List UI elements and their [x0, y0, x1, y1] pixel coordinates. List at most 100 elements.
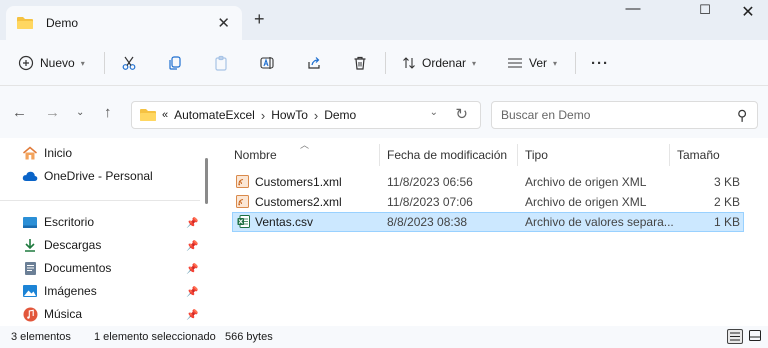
- file-size: 2 KB: [713, 195, 740, 209]
- sidebar-divider: [0, 200, 200, 201]
- column-header-type[interactable]: Tipo: [525, 148, 548, 162]
- file-type: Archivo de origen XML: [525, 195, 647, 209]
- column-header-name[interactable]: Nombre: [234, 148, 277, 162]
- navigation-pane-scrollbar[interactable]: [205, 158, 208, 204]
- share-icon: [308, 57, 320, 69]
- pin-icon[interactable]: 📌: [186, 287, 198, 298]
- sidebar-item-onedrive[interactable]: OneDrive - Personal: [22, 166, 153, 186]
- copy-button[interactable]: [167, 52, 183, 74]
- toolbar-divider: [575, 52, 576, 74]
- download-icon: [22, 238, 38, 252]
- tab-title: Demo: [46, 16, 79, 30]
- chevron-down-icon: ▾: [80, 58, 85, 68]
- folder-icon: [17, 17, 33, 29]
- file-size: 1 KB: [713, 215, 740, 229]
- chevron-right-icon[interactable]: ›: [314, 108, 318, 123]
- file-row-selected[interactable]: Ventas.csv 8/8/2023 08:38 Archivo de val…: [232, 212, 744, 232]
- column-header-modified[interactable]: Fecha de modificación: [387, 148, 507, 162]
- file-row[interactable]: Customers1.xml 11/8/2023 06:56 Archivo d…: [232, 172, 744, 192]
- column-divider[interactable]: [517, 144, 518, 166]
- document-icon: [22, 261, 38, 275]
- breadcrumb-howto[interactable]: HowTo: [271, 108, 308, 122]
- more-dots-icon: ···: [591, 54, 609, 72]
- navigation-pane: Inicio OneDrive - Personal Escritorio 📌 …: [0, 138, 205, 326]
- breadcrumb-overflow[interactable]: «: [162, 109, 168, 121]
- share-button[interactable]: [306, 52, 322, 74]
- refresh-icon[interactable]: ↻: [455, 105, 468, 123]
- chevron-down-icon: ▾: [472, 58, 477, 68]
- up-button[interactable]: ↑: [104, 104, 112, 121]
- sidebar-item-label: Música: [44, 307, 83, 321]
- tab-demo[interactable]: Demo ✕: [6, 6, 242, 40]
- paste-button[interactable]: [213, 52, 229, 74]
- pin-icon[interactable]: 📌: [186, 310, 198, 321]
- main-area: Inicio OneDrive - Personal Escritorio 📌 …: [0, 138, 768, 326]
- address-bar[interactable]: « AutomateExcel › HowTo › Demo ⌄ ↻: [131, 101, 481, 129]
- cloud-icon: [22, 169, 38, 183]
- file-list: Nombre ︿ Fecha de modificación Tipo Tama…: [226, 138, 768, 326]
- close-window-button[interactable]: ✕: [733, 2, 763, 22]
- new-tab-button[interactable]: +: [254, 9, 265, 30]
- status-selection: 1 elemento seleccionado: [94, 331, 216, 343]
- recent-locations-button[interactable]: ⌄: [76, 107, 84, 118]
- sidebar-item-escritorio[interactable]: Escritorio: [22, 212, 94, 232]
- file-modified: 8/8/2023 08:38: [387, 215, 468, 229]
- excel-csv-icon: [237, 215, 250, 228]
- desktop-icon: [22, 215, 38, 229]
- view-button[interactable]: Ver ▾: [507, 52, 557, 74]
- column-divider[interactable]: [379, 144, 380, 166]
- minimize-button[interactable]: —: [618, 0, 648, 20]
- sidebar-item-imagenes[interactable]: Imágenes: [22, 281, 97, 301]
- file-modified: 11/8/2023 06:56: [387, 175, 473, 189]
- trash-icon: [354, 56, 366, 70]
- file-modified: 11/8/2023 07:06: [387, 195, 473, 209]
- column-header-size[interactable]: Tamaño: [677, 148, 720, 162]
- search-icon[interactable]: ⚲: [737, 107, 747, 124]
- sidebar-item-inicio[interactable]: Inicio: [22, 143, 72, 163]
- breadcrumb-automateexcel[interactable]: AutomateExcel: [174, 108, 255, 122]
- file-type: Archivo de valores separa...: [525, 215, 674, 229]
- rename-button[interactable]: [259, 52, 275, 74]
- chevron-right-icon[interactable]: ›: [261, 108, 265, 123]
- status-item-count: 3 elementos: [11, 331, 71, 343]
- forward-button[interactable]: →: [45, 104, 60, 121]
- copy-icon: [169, 56, 181, 70]
- close-tab-icon[interactable]: ✕: [217, 14, 230, 32]
- details-view-button[interactable]: [727, 329, 743, 344]
- delete-button[interactable]: [352, 52, 368, 74]
- sidebar-item-label: Documentos: [44, 261, 112, 275]
- view-button-label: Ver: [529, 56, 548, 70]
- breadcrumb-demo[interactable]: Demo: [324, 108, 356, 122]
- file-name: Customers1.xml: [255, 175, 342, 189]
- more-options-button[interactable]: ···: [591, 52, 609, 74]
- chevron-down-icon: ▾: [553, 58, 558, 68]
- search-box[interactable]: ⚲: [491, 101, 758, 129]
- sidebar-item-documentos[interactable]: Documentos: [22, 258, 111, 278]
- tiles-view-button[interactable]: [748, 329, 764, 344]
- pictures-icon: [22, 284, 38, 298]
- music-icon: [22, 307, 38, 321]
- status-selection-size: 566 bytes: [225, 331, 273, 343]
- xml-file-icon: [236, 195, 249, 208]
- sidebar-item-label: Inicio: [44, 146, 73, 160]
- pin-icon[interactable]: 📌: [186, 264, 198, 275]
- file-row[interactable]: Customers2.xml 11/8/2023 07:06 Archivo d…: [232, 192, 744, 212]
- rename-icon: [260, 57, 274, 69]
- sidebar-item-musica[interactable]: Música: [22, 304, 82, 324]
- sort-button[interactable]: Ordenar ▾: [402, 52, 476, 74]
- tiles-view-icon: [749, 330, 761, 341]
- sidebar-item-descargas[interactable]: Descargas: [22, 235, 101, 255]
- clipboard-icon: [215, 55, 227, 71]
- new-button-label: Nuevo: [40, 56, 75, 70]
- search-input[interactable]: [501, 108, 721, 122]
- address-history-dropdown[interactable]: ⌄: [430, 107, 438, 118]
- maximize-button[interactable]: ☐: [690, 2, 720, 22]
- back-button[interactable]: ←: [12, 104, 27, 121]
- file-name: Ventas.csv: [255, 215, 314, 229]
- pin-icon[interactable]: 📌: [186, 218, 198, 229]
- new-button[interactable]: Nuevo ▾: [18, 52, 85, 74]
- column-divider[interactable]: [669, 144, 670, 166]
- pin-icon[interactable]: 📌: [186, 241, 198, 252]
- command-bar: Nuevo ▾ Ordenar ▾ Ver ▾ ···: [0, 40, 768, 86]
- cut-button[interactable]: [121, 52, 137, 74]
